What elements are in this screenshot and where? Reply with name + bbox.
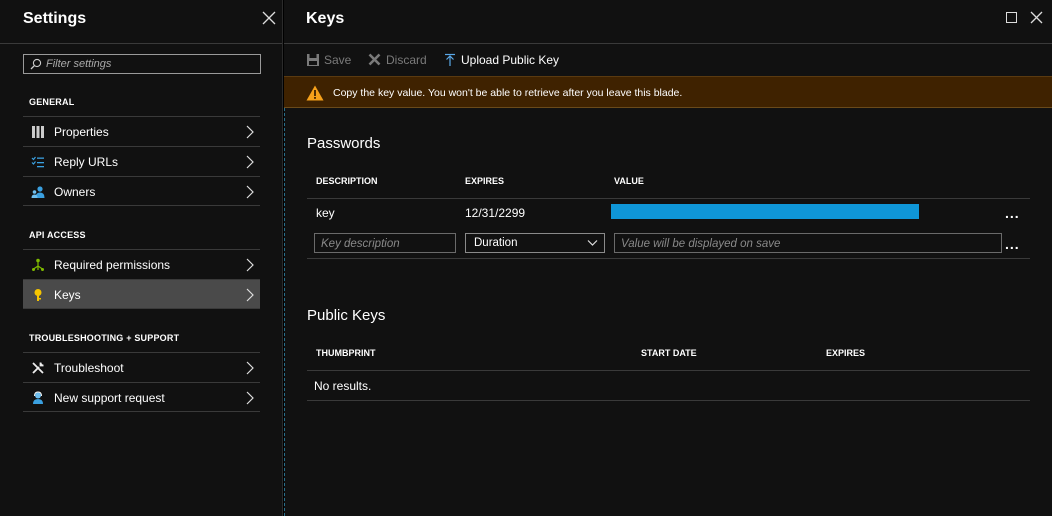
sidebar-item-reply-urls[interactable]: Reply URLs	[23, 146, 260, 176]
permissions-icon	[32, 258, 44, 271]
column-header-start-date: START DATE	[641, 348, 697, 358]
section-label-general: GENERAL	[29, 97, 75, 107]
upload-public-key-button[interactable]: Upload Public Key	[444, 52, 559, 68]
key-description-field[interactable]	[314, 233, 456, 253]
divider	[307, 400, 1030, 401]
chevron-right-icon	[246, 288, 254, 302]
password-expires-cell: 12/31/2299	[465, 206, 526, 220]
properties-icon	[32, 126, 44, 138]
keys-blade: Keys Save Discard Upload Public Key Copy…	[284, 0, 1052, 516]
discard-button[interactable]: Discard	[368, 52, 430, 68]
nav-group-api-access: Required permissions Keys	[23, 249, 260, 309]
column-header-value: VALUE	[614, 176, 644, 186]
warning-message: Copy the key value. You won't be able to…	[333, 87, 683, 99]
close-icon[interactable]	[262, 11, 276, 25]
column-header-expires: EXPIRES	[826, 348, 866, 358]
empty-state-text: No results.	[314, 379, 372, 393]
sidebar-item-keys[interactable]: Keys	[23, 279, 260, 309]
new-row-more-button[interactable]: ...	[1005, 236, 1020, 252]
settings-blade: Settings GENERAL Properties Reply URLs O…	[0, 0, 283, 516]
filter-settings-input[interactable]	[46, 56, 256, 72]
row-more-button[interactable]: ...	[1005, 205, 1020, 221]
command-bar: Save Discard Upload Public Key	[284, 44, 1052, 76]
sidebar-item-troubleshoot[interactable]: Troubleshoot	[23, 352, 260, 382]
password-value-redacted	[611, 204, 919, 219]
reply-urls-icon	[31, 156, 44, 168]
search-icon	[30, 58, 42, 70]
close-icon[interactable]	[1030, 11, 1043, 24]
passwords-title: Passwords	[307, 135, 381, 152]
keys-title: Keys	[306, 10, 345, 27]
maximize-icon[interactable]	[1006, 12, 1017, 23]
sidebar-item-new-support-request[interactable]: New support request	[23, 382, 260, 412]
settings-title: Settings	[23, 10, 87, 27]
key-value-field[interactable]	[614, 233, 1002, 253]
save-label: Save	[324, 53, 352, 67]
section-label-troubleshooting: TROUBLESHOOTING + SUPPORT	[29, 333, 180, 343]
section-label-api-access: API ACCESS	[29, 230, 86, 240]
discard-icon	[368, 53, 381, 66]
chevron-right-icon	[246, 258, 254, 272]
chevron-right-icon	[246, 361, 254, 375]
password-description-cell: key	[316, 206, 335, 220]
key-value-input[interactable]	[615, 235, 1001, 253]
divider	[307, 370, 1030, 371]
sidebar-item-label: Reply URLs	[54, 155, 119, 169]
warning-banner: Copy the key value. You won't be able to…	[284, 76, 1052, 108]
filter-settings-field[interactable]	[23, 54, 261, 74]
nav-group-troubleshooting: Troubleshoot New support request	[23, 352, 260, 412]
chevron-right-icon	[246, 391, 254, 405]
sidebar-item-label: Owners	[54, 185, 96, 199]
public-keys-title: Public Keys	[307, 307, 386, 324]
column-header-thumbprint: THUMBPRINT	[316, 348, 376, 358]
upload-icon	[445, 53, 455, 66]
key-icon	[34, 289, 42, 301]
upload-label: Upload Public Key	[461, 53, 560, 67]
sidebar-item-properties[interactable]: Properties	[23, 116, 260, 146]
keys-header: Keys	[284, 0, 1052, 44]
support-icon	[33, 391, 43, 404]
sidebar-item-label: Troubleshoot	[54, 361, 124, 375]
chevron-right-icon	[246, 155, 254, 169]
discard-label: Discard	[386, 53, 427, 67]
save-button[interactable]: Save	[306, 52, 356, 68]
duration-select[interactable]: Duration	[465, 233, 605, 253]
owners-icon	[31, 186, 45, 198]
keys-content: Passwords DESCRIPTION EXPIRES VALUE key …	[284, 108, 1052, 516]
sidebar-item-label: New support request	[54, 391, 165, 405]
sidebar-item-owners[interactable]: Owners	[23, 176, 260, 206]
save-icon	[307, 54, 319, 66]
wrench-icon	[32, 362, 44, 374]
chevron-right-icon	[246, 185, 254, 199]
sidebar-item-label: Properties	[54, 125, 109, 139]
divider	[307, 258, 1030, 259]
nav-group-general: Properties Reply URLs Owners	[23, 116, 260, 206]
key-description-input[interactable]	[315, 235, 455, 253]
column-header-description: DESCRIPTION	[316, 176, 378, 186]
divider	[307, 198, 1030, 199]
sidebar-item-label: Required permissions	[54, 258, 171, 272]
column-header-expires: EXPIRES	[465, 176, 505, 186]
sidebar-item-label: Keys	[54, 288, 81, 302]
warning-icon	[306, 85, 324, 101]
duration-value: Duration	[474, 237, 518, 249]
settings-header: Settings	[0, 0, 282, 44]
chevron-right-icon	[246, 125, 254, 139]
sidebar-item-required-permissions[interactable]: Required permissions	[23, 249, 260, 279]
chevron-down-icon	[587, 240, 598, 246]
